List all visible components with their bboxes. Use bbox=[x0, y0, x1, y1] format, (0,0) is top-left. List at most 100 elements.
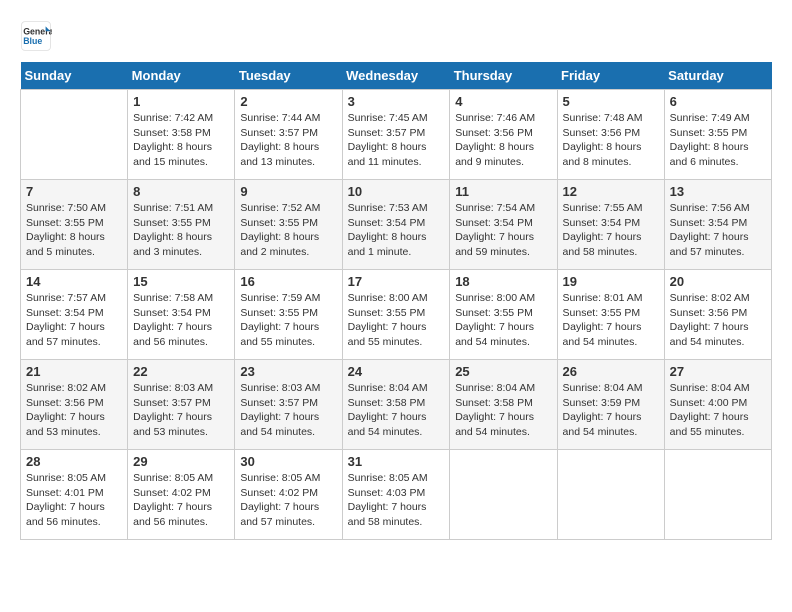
cell-content: Sunrise: 7:51 AM Sunset: 3:55 PM Dayligh… bbox=[133, 201, 229, 260]
calendar-cell: 31 Sunrise: 8:05 AM Sunset: 4:03 PM Dayli… bbox=[342, 450, 450, 540]
day-number: 7 bbox=[26, 184, 122, 199]
cell-content: Sunrise: 7:48 AM Sunset: 3:56 PM Dayligh… bbox=[563, 111, 659, 170]
day-number: 15 bbox=[133, 274, 229, 289]
day-number: 4 bbox=[455, 94, 551, 109]
cell-content: Sunrise: 8:03 AM Sunset: 3:57 PM Dayligh… bbox=[240, 381, 336, 440]
day-number: 8 bbox=[133, 184, 229, 199]
calendar-cell: 22 Sunrise: 8:03 AM Sunset: 3:57 PM Dayli… bbox=[128, 360, 235, 450]
day-number: 14 bbox=[26, 274, 122, 289]
calendar-table: SundayMondayTuesdayWednesdayThursdayFrid… bbox=[20, 62, 772, 540]
cell-content: Sunrise: 8:05 AM Sunset: 4:02 PM Dayligh… bbox=[133, 471, 229, 530]
calendar-cell: 8 Sunrise: 7:51 AM Sunset: 3:55 PM Daylig… bbox=[128, 180, 235, 270]
cell-content: Sunrise: 8:00 AM Sunset: 3:55 PM Dayligh… bbox=[455, 291, 551, 350]
cell-content: Sunrise: 7:56 AM Sunset: 3:54 PM Dayligh… bbox=[670, 201, 766, 260]
day-header-monday: Monday bbox=[128, 62, 235, 90]
calendar-cell: 13 Sunrise: 7:56 AM Sunset: 3:54 PM Dayli… bbox=[664, 180, 771, 270]
calendar-cell: 10 Sunrise: 7:53 AM Sunset: 3:54 PM Dayli… bbox=[342, 180, 450, 270]
cell-content: Sunrise: 7:50 AM Sunset: 3:55 PM Dayligh… bbox=[26, 201, 122, 260]
calendar-cell: 20 Sunrise: 8:02 AM Sunset: 3:56 PM Dayli… bbox=[664, 270, 771, 360]
day-number: 9 bbox=[240, 184, 336, 199]
calendar-week-5: 28Sunrise: 8:05 AM Sunset: 4:01 PM Dayli… bbox=[21, 450, 772, 540]
day-number: 17 bbox=[348, 274, 445, 289]
cell-content: Sunrise: 7:55 AM Sunset: 3:54 PM Dayligh… bbox=[563, 201, 659, 260]
day-number: 29 bbox=[133, 454, 229, 469]
day-header-wednesday: Wednesday bbox=[342, 62, 450, 90]
calendar-week-2: 7 Sunrise: 7:50 AM Sunset: 3:55 PM Daylig… bbox=[21, 180, 772, 270]
calendar-cell bbox=[21, 90, 128, 180]
calendar-cell bbox=[557, 450, 664, 540]
cell-content: Sunrise: 8:04 AM Sunset: 4:00 PM Dayligh… bbox=[670, 381, 766, 440]
day-header-sunday: Sunday bbox=[21, 62, 128, 90]
days-of-week-row: SundayMondayTuesdayWednesdayThursdayFrid… bbox=[21, 62, 772, 90]
cell-content: Sunrise: 7:58 AM Sunset: 3:54 PM Dayligh… bbox=[133, 291, 229, 350]
calendar-week-4: 21Sunrise: 8:02 AM Sunset: 3:56 PM Dayli… bbox=[21, 360, 772, 450]
calendar-week-3: 14 Sunrise: 7:57 AM Sunset: 3:54 PM Dayli… bbox=[21, 270, 772, 360]
logo-icon: General Blue bbox=[20, 20, 52, 52]
day-number: 23 bbox=[240, 364, 336, 379]
day-number: 31 bbox=[348, 454, 445, 469]
day-number: 19 bbox=[563, 274, 659, 289]
day-number: 3 bbox=[348, 94, 445, 109]
calendar-cell bbox=[450, 450, 557, 540]
day-number: 28 bbox=[26, 454, 122, 469]
cell-content: Sunrise: 8:02 AM Sunset: 3:56 PM Dayligh… bbox=[26, 381, 122, 440]
day-header-tuesday: Tuesday bbox=[235, 62, 342, 90]
calendar-cell: 26Sunrise: 8:04 AM Sunset: 3:59 PM Dayli… bbox=[557, 360, 664, 450]
cell-content: Sunrise: 7:52 AM Sunset: 3:55 PM Dayligh… bbox=[240, 201, 336, 260]
day-number: 16 bbox=[240, 274, 336, 289]
calendar-cell: 15 Sunrise: 7:58 AM Sunset: 3:54 PM Dayli… bbox=[128, 270, 235, 360]
cell-content: Sunrise: 8:05 AM Sunset: 4:02 PM Dayligh… bbox=[240, 471, 336, 530]
page-header: General Blue bbox=[20, 20, 772, 52]
calendar-cell: 29 Sunrise: 8:05 AM Sunset: 4:02 PM Dayli… bbox=[128, 450, 235, 540]
calendar-cell: 6Sunrise: 7:49 AM Sunset: 3:55 PM Daylig… bbox=[664, 90, 771, 180]
cell-content: Sunrise: 8:02 AM Sunset: 3:56 PM Dayligh… bbox=[670, 291, 766, 350]
day-number: 1 bbox=[133, 94, 229, 109]
cell-content: Sunrise: 7:59 AM Sunset: 3:55 PM Dayligh… bbox=[240, 291, 336, 350]
day-number: 11 bbox=[455, 184, 551, 199]
day-number: 2 bbox=[240, 94, 336, 109]
calendar-cell: 24 Sunrise: 8:04 AM Sunset: 3:58 PM Dayli… bbox=[342, 360, 450, 450]
calendar-week-1: 1Sunrise: 7:42 AM Sunset: 3:58 PM Daylig… bbox=[21, 90, 772, 180]
calendar-cell: 16 Sunrise: 7:59 AM Sunset: 3:55 PM Dayli… bbox=[235, 270, 342, 360]
cell-content: Sunrise: 8:00 AM Sunset: 3:55 PM Dayligh… bbox=[348, 291, 445, 350]
calendar-cell: 17 Sunrise: 8:00 AM Sunset: 3:55 PM Dayli… bbox=[342, 270, 450, 360]
day-number: 18 bbox=[455, 274, 551, 289]
day-number: 10 bbox=[348, 184, 445, 199]
svg-text:Blue: Blue bbox=[23, 36, 42, 46]
day-number: 12 bbox=[563, 184, 659, 199]
calendar-cell: 12 Sunrise: 7:55 AM Sunset: 3:54 PM Dayli… bbox=[557, 180, 664, 270]
day-number: 13 bbox=[670, 184, 766, 199]
cell-content: Sunrise: 7:44 AM Sunset: 3:57 PM Dayligh… bbox=[240, 111, 336, 170]
logo: General Blue bbox=[20, 20, 52, 52]
calendar-cell: 18 Sunrise: 8:00 AM Sunset: 3:55 PM Dayli… bbox=[450, 270, 557, 360]
calendar-cell: 14 Sunrise: 7:57 AM Sunset: 3:54 PM Dayli… bbox=[21, 270, 128, 360]
cell-content: Sunrise: 8:05 AM Sunset: 4:03 PM Dayligh… bbox=[348, 471, 445, 530]
cell-content: Sunrise: 8:03 AM Sunset: 3:57 PM Dayligh… bbox=[133, 381, 229, 440]
cell-content: Sunrise: 7:45 AM Sunset: 3:57 PM Dayligh… bbox=[348, 111, 445, 170]
day-number: 27 bbox=[670, 364, 766, 379]
cell-content: Sunrise: 7:46 AM Sunset: 3:56 PM Dayligh… bbox=[455, 111, 551, 170]
calendar-cell: 25 Sunrise: 8:04 AM Sunset: 3:58 PM Dayli… bbox=[450, 360, 557, 450]
calendar-cell: 4 Sunrise: 7:46 AM Sunset: 3:56 PM Daylig… bbox=[450, 90, 557, 180]
cell-content: Sunrise: 7:54 AM Sunset: 3:54 PM Dayligh… bbox=[455, 201, 551, 260]
day-number: 25 bbox=[455, 364, 551, 379]
day-number: 24 bbox=[348, 364, 445, 379]
day-header-thursday: Thursday bbox=[450, 62, 557, 90]
day-number: 20 bbox=[670, 274, 766, 289]
calendar-cell: 7 Sunrise: 7:50 AM Sunset: 3:55 PM Daylig… bbox=[21, 180, 128, 270]
calendar-cell: 2 Sunrise: 7:44 AM Sunset: 3:57 PM Daylig… bbox=[235, 90, 342, 180]
cell-content: Sunrise: 7:53 AM Sunset: 3:54 PM Dayligh… bbox=[348, 201, 445, 260]
calendar-cell: 1Sunrise: 7:42 AM Sunset: 3:58 PM Daylig… bbox=[128, 90, 235, 180]
cell-content: Sunrise: 7:57 AM Sunset: 3:54 PM Dayligh… bbox=[26, 291, 122, 350]
calendar-cell: 30Sunrise: 8:05 AM Sunset: 4:02 PM Dayli… bbox=[235, 450, 342, 540]
calendar-header: SundayMondayTuesdayWednesdayThursdayFrid… bbox=[21, 62, 772, 90]
day-header-saturday: Saturday bbox=[664, 62, 771, 90]
calendar-cell: 19 Sunrise: 8:01 AM Sunset: 3:55 PM Dayli… bbox=[557, 270, 664, 360]
cell-content: Sunrise: 8:01 AM Sunset: 3:55 PM Dayligh… bbox=[563, 291, 659, 350]
cell-content: Sunrise: 8:04 AM Sunset: 3:58 PM Dayligh… bbox=[455, 381, 551, 440]
cell-content: Sunrise: 8:04 AM Sunset: 3:58 PM Dayligh… bbox=[348, 381, 445, 440]
day-header-friday: Friday bbox=[557, 62, 664, 90]
calendar-cell: 21Sunrise: 8:02 AM Sunset: 3:56 PM Dayli… bbox=[21, 360, 128, 450]
day-number: 22 bbox=[133, 364, 229, 379]
svg-text:General: General bbox=[23, 26, 52, 36]
